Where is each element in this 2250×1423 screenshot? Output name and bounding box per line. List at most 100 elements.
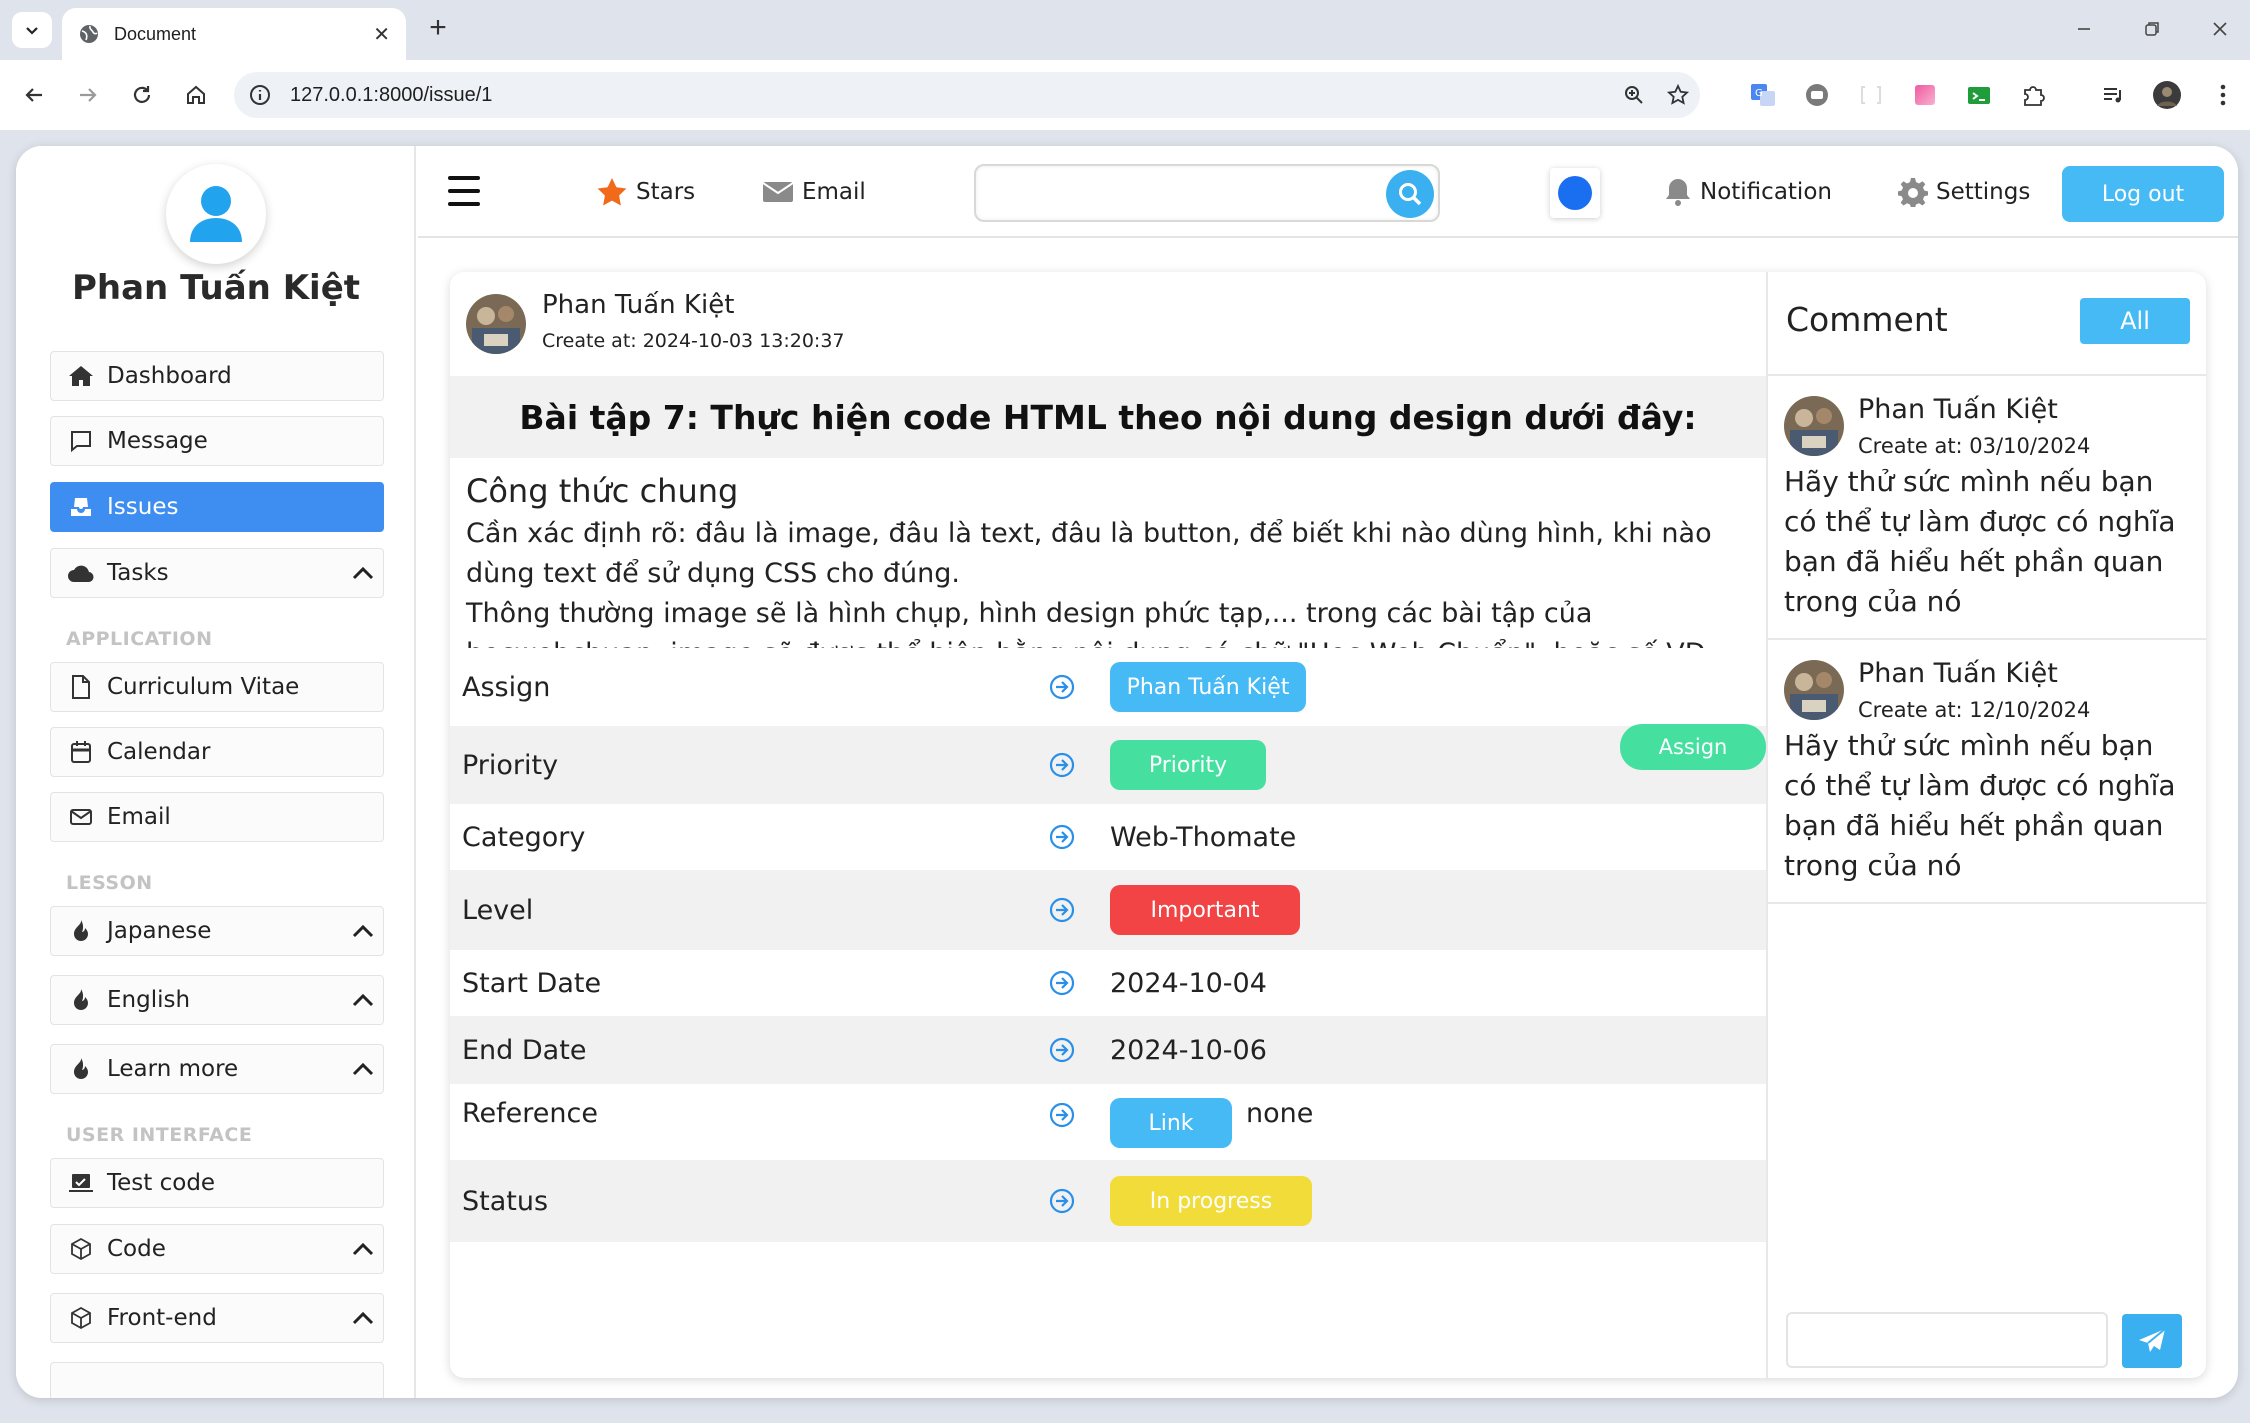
arrow-circle-right-icon[interactable] xyxy=(1047,1100,1077,1130)
detail-label: End Date xyxy=(462,1034,587,1066)
arrow-circle-right-icon[interactable] xyxy=(1047,968,1077,998)
translate-extension[interactable]: G xyxy=(1746,78,1780,112)
sidebar-item-dashboard[interactable]: Dashboard xyxy=(50,351,384,401)
chevron-up-icon[interactable] xyxy=(343,916,383,946)
sidebar-item-curriculum-vitae[interactable]: Curriculum Vitae xyxy=(50,662,384,712)
bracket-extension[interactable] xyxy=(1854,78,1888,112)
priority-badge[interactable]: Priority xyxy=(1110,740,1266,790)
address-bar[interactable]: 127.0.0.1:8000/issue/1 xyxy=(234,72,1700,118)
translate-icon: G xyxy=(1751,84,1775,106)
sidebar-item-test-code[interactable]: Test code xyxy=(50,1158,384,1208)
playlist-icon xyxy=(2104,88,2121,103)
arrow-circle-right-icon[interactable] xyxy=(1047,1035,1077,1065)
level-badge[interactable]: Important xyxy=(1110,885,1300,935)
sidebar-item-label: Test code xyxy=(107,1170,216,1196)
comment-avatar[interactable] xyxy=(1784,396,1844,456)
reference-link-button[interactable]: Link xyxy=(1110,1098,1232,1148)
home-button[interactable] xyxy=(178,77,214,113)
menu-toggle-icon[interactable] xyxy=(448,176,480,206)
zoom-icon xyxy=(1625,86,1643,104)
chevron-up-icon[interactable] xyxy=(343,1234,383,1264)
bookmark-button[interactable] xyxy=(1656,73,1700,117)
back-button[interactable] xyxy=(16,77,52,113)
chevron-up-icon[interactable] xyxy=(343,1054,383,1084)
detail-label: Priority xyxy=(462,749,559,781)
comment-author: Phan Tuấn Kiệt xyxy=(1858,658,2058,689)
send-comment-button[interactable] xyxy=(2122,1314,2182,1368)
sidebar-item-email[interactable]: Email xyxy=(50,792,384,842)
sidebar-item-code[interactable]: Code xyxy=(50,1224,384,1274)
arrow-circle-right-icon[interactable] xyxy=(1047,822,1077,852)
chevron-up-icon[interactable] xyxy=(343,985,383,1015)
stars-link[interactable]: Stars xyxy=(596,172,695,212)
sidebar-item-issues[interactable]: Issues xyxy=(50,482,384,532)
assignee-badge[interactable]: Phan Tuấn Kiệt xyxy=(1110,662,1306,712)
sidebar-item-message[interactable]: Message xyxy=(50,416,384,466)
comment-author: Phan Tuấn Kiệt xyxy=(1858,394,2058,425)
site-info-icon[interactable] xyxy=(248,83,272,107)
email-link[interactable]: Email xyxy=(762,172,866,212)
arrow-circle-right-icon[interactable] xyxy=(1047,672,1077,702)
detail-label: Status xyxy=(462,1185,549,1217)
url-text[interactable]: 127.0.0.1:8000/issue/1 xyxy=(290,84,1612,107)
media-button[interactable] xyxy=(2096,78,2130,112)
sidebar-item-tasks[interactable]: Tasks xyxy=(50,548,384,598)
arrow-circle-right-icon[interactable] xyxy=(1047,895,1077,925)
author-avatar[interactable] xyxy=(466,294,526,354)
terminal-extension[interactable] xyxy=(1962,78,1996,112)
all-comments-button[interactable]: All xyxy=(2080,298,2190,344)
search-input[interactable] xyxy=(974,164,1440,222)
restore-button[interactable] xyxy=(2132,14,2172,44)
theme-toggle-button[interactable] xyxy=(1550,168,1600,218)
extensions-button[interactable] xyxy=(2016,78,2050,112)
sidebar-item-calendar[interactable]: Calendar xyxy=(50,727,384,777)
sidebar: Phan Tuấn Kiệt Dashboard Message Issues … xyxy=(16,146,416,1398)
notification-link[interactable]: Notification xyxy=(1664,172,1832,212)
home-icon xyxy=(67,362,95,390)
reload-button[interactable] xyxy=(124,77,160,113)
star-outline-icon xyxy=(1666,83,1690,105)
cloud-icon xyxy=(67,559,95,587)
fire-icon xyxy=(67,1055,95,1083)
logout-button[interactable]: Log out xyxy=(2062,166,2224,222)
chevron-up-icon[interactable] xyxy=(343,1303,383,1333)
arrow-circle-right-icon[interactable] xyxy=(1047,750,1077,780)
issue-body-heading: Công thức chung xyxy=(466,472,739,510)
sidebar-item-japanese[interactable]: Japanese xyxy=(50,906,384,956)
issue-description: Công thức chung Cần xác định rõ: đâu là … xyxy=(450,458,1766,648)
close-icon[interactable]: ✕ xyxy=(373,22,390,46)
sidebar-item-cutoff[interactable] xyxy=(50,1362,384,1398)
forward-button[interactable] xyxy=(70,77,106,113)
minimize-button[interactable] xyxy=(2064,14,2104,44)
close-window-button[interactable] xyxy=(2200,14,2240,44)
comment-input[interactable] xyxy=(1786,1312,2108,1368)
comment-avatar[interactable] xyxy=(1784,660,1844,720)
profile-avatar[interactable] xyxy=(2150,78,2184,112)
cube-icon xyxy=(67,1235,95,1263)
browser-tab[interactable]: Document ✕ xyxy=(62,8,406,60)
detail-label: Assign xyxy=(462,671,551,703)
sidebar-item-label: Tasks xyxy=(107,560,169,586)
tab-search-button[interactable] xyxy=(12,12,52,48)
search-button[interactable] xyxy=(1386,170,1434,218)
settings-link[interactable]: Settings xyxy=(1898,172,2030,212)
sidebar-item-english[interactable]: English xyxy=(50,975,384,1025)
assign-button[interactable]: Assign xyxy=(1620,724,1766,770)
zoom-button[interactable] xyxy=(1612,73,1656,117)
sidebar-item-learn-more[interactable]: Learn more xyxy=(50,1044,384,1094)
browser-menu-button[interactable] xyxy=(2206,78,2240,112)
status-badge[interactable]: In progress xyxy=(1110,1176,1312,1226)
start-date-value: 2024-10-04 xyxy=(1110,967,1267,999)
star-icon xyxy=(596,177,628,207)
arrow-circle-right-icon[interactable] xyxy=(1047,1186,1077,1216)
record-extension[interactable] xyxy=(1800,78,1834,112)
new-tab-button[interactable]: + xyxy=(420,10,456,46)
sidebar-item-label: Message xyxy=(107,428,208,454)
color-extension[interactable] xyxy=(1908,78,1942,112)
author-photo xyxy=(466,294,526,354)
chevron-up-icon[interactable] xyxy=(343,558,383,588)
user-avatar[interactable] xyxy=(166,164,266,264)
detail-label: Reference xyxy=(462,1098,598,1129)
theme-dot-icon xyxy=(1558,176,1592,210)
sidebar-item-front-end[interactable]: Front-end xyxy=(50,1293,384,1343)
